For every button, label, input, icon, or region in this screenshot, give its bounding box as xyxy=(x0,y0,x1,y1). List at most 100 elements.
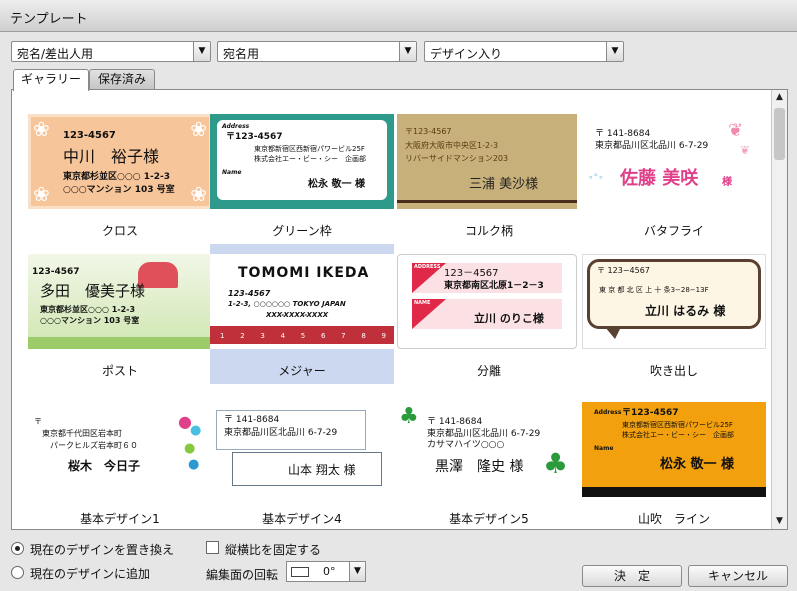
chevron-down-icon[interactable]: ▼ xyxy=(349,562,365,581)
address-text: 1-2-3, ○○○○○○ TOKYO JAPAN xyxy=(228,300,346,308)
template-item-butterfly[interactable]: 〒 141-8684 東京都品川区北品川 6-7-29 佐藤 美咲 様 ❦ ❦ … xyxy=(582,104,766,244)
chevron-down-icon[interactable]: ▼ xyxy=(606,42,623,61)
name-text: 山本 翔太 様 xyxy=(288,463,356,477)
rotation-label: 編集面の回転 xyxy=(206,568,279,582)
balloon-icon: ● xyxy=(184,441,196,456)
template-item-green-frame[interactable]: Address 〒123-4567 東京都新宿区西新宿パワービル25F 株式会社… xyxy=(210,104,394,244)
template-caption: 基本デザイン4 xyxy=(262,512,342,526)
scrollbar-thumb[interactable] xyxy=(774,108,785,160)
address-label: Address xyxy=(222,123,250,130)
name-label: Name xyxy=(594,445,614,452)
card-outline-icon xyxy=(291,567,309,577)
address-text: 東京都杉並区○○○ 1-2-3 xyxy=(63,172,170,182)
tab-saved-label: 保存済み xyxy=(97,72,146,86)
address-label: ADDRESS xyxy=(414,264,441,270)
template-caption: バタフライ xyxy=(643,224,704,238)
template-item-basic-5[interactable]: ♣ ♣ 〒 141-8684 東京都品川区北品川 6-7-29 カサマハイツ○○… xyxy=(397,392,581,529)
clover-icon: ♣ xyxy=(399,404,419,429)
template-gallery: ❀ ❀ ❀ ❀ 123-4567 中川 裕子様 東京都杉並区○○○ 1-2-3 … xyxy=(11,89,788,530)
name-label: Name xyxy=(222,169,242,176)
butterfly-icon: ❦ xyxy=(728,120,744,141)
zip-text: 〒 123−4567 xyxy=(597,266,650,275)
zip-text: 〒 xyxy=(34,417,42,426)
cancel-button[interactable]: キャンセル xyxy=(688,565,788,587)
add-design-label: 現在のデザインに追加 xyxy=(30,567,151,581)
name-text: 中川 裕子様 xyxy=(63,147,160,166)
template-item-measure[interactable]: TOMOMI IKEDA 123-4567 1-2-3, ○○○○○○ TOKY… xyxy=(210,244,394,384)
zip-text: 123-4567 xyxy=(228,289,271,298)
gallery-scrollbar[interactable]: ▲ ▼ xyxy=(771,90,787,529)
category-dropdown[interactable]: 宛名/差出人用 ▼ xyxy=(11,41,211,62)
name-text: 多田 優美子様 xyxy=(40,282,146,300)
rotation-value: 0° xyxy=(323,565,336,578)
zip-text: 123－4567 xyxy=(444,268,499,279)
template-thumbnail: Address 〒123-4567 東京都新宿区西新宿パワービル25F 株式会社… xyxy=(210,114,394,209)
address-text: カサマハイツ○○○ xyxy=(427,440,505,450)
template-item-separation[interactable]: ADDRESS 123－4567 東京都南区北原1－2－3 NAME 立川 のり… xyxy=(397,244,581,384)
template-thumbnail: ADDRESS 123－4567 東京都南区北原1－2－3 NAME 立川 のり… xyxy=(397,254,577,349)
design-dropdown-value: デザイン入り xyxy=(430,47,503,61)
template-caption: 基本デザイン5 xyxy=(449,512,529,526)
chevron-down-icon[interactable]: ▼ xyxy=(399,42,416,61)
address-text: 東京都品川区北品川 6-7-29 xyxy=(427,429,541,439)
tab-gallery-label: ギャラリー xyxy=(20,72,81,86)
ruler-number: 8 xyxy=(361,332,366,340)
triangle-up-icon[interactable]: ▲ xyxy=(772,90,787,105)
butterfly-icon: ❦ xyxy=(740,143,751,157)
flower-icon: ❀ xyxy=(33,182,50,206)
usage-dropdown[interactable]: 宛名用 ▼ xyxy=(217,41,417,62)
add-design-radio[interactable] xyxy=(11,566,24,579)
address-text: 東京都品川区北品川 6-7-29 xyxy=(224,428,338,438)
template-item-cross[interactable]: ❀ ❀ ❀ ❀ 123-4567 中川 裕子様 東京都杉並区○○○ 1-2-3 … xyxy=(28,104,212,244)
flower-icon: ❀ xyxy=(190,182,207,206)
address-text: 東京都南区北原1－2－3 xyxy=(444,281,544,291)
name-text: 佐藤 美咲 xyxy=(620,168,699,189)
balloon-icon: ● xyxy=(188,457,200,472)
rotation-select[interactable]: 0° ▼ xyxy=(286,561,366,582)
lock-aspect-ratio-checkbox[interactable] xyxy=(206,541,219,554)
design-dropdown[interactable]: デザイン入り ▼ xyxy=(424,41,624,62)
template-item-basic-1[interactable]: 〒 東京都千代田区岩本町 パークヒルズ岩本町６０ 桜木 今日子 ● ● ● ● … xyxy=(28,392,212,529)
honorific-text: 様 xyxy=(722,177,732,188)
name-text: 三浦 美沙様 xyxy=(469,177,539,192)
address-text: 株式会社エー・ビー・シー 企画部 xyxy=(622,431,734,439)
address-text: ○○○マンション 103 号室 xyxy=(40,316,140,325)
template-item-cork[interactable]: 〒123-4567 大阪府大阪市中央区1-2-3 リバーサイドマンション203 … xyxy=(397,104,581,244)
replace-design-radio[interactable] xyxy=(11,542,24,555)
address-text: 大阪府大阪市中央区1-2-3 xyxy=(405,141,499,150)
address-label: Address xyxy=(594,409,622,416)
tab-gallery[interactable]: ギャラリー xyxy=(13,69,89,91)
address-text: 東京都杉並区○○○ 1-2-3 xyxy=(40,305,136,314)
address-text: パークヒルズ岩本町６０ xyxy=(50,441,138,450)
window-title: テンプレート xyxy=(10,12,88,27)
template-thumbnail: 〒123-4567 大阪府大阪市中央区1-2-3 リバーサイドマンション203 … xyxy=(397,114,577,209)
address-text: 東 京 都 北 区 上 十 条3−28−13F xyxy=(599,286,709,294)
template-caption: グリーン枠 xyxy=(272,224,332,238)
ruler-number: 3 xyxy=(260,332,265,340)
title-bar: テンプレート xyxy=(0,0,797,32)
name-text: 黒澤 隆史 様 xyxy=(435,459,524,475)
triangle-down-icon[interactable]: ▼ xyxy=(772,514,787,529)
flower-icon: ❀ xyxy=(190,117,207,141)
lock-aspect-ratio-label: 縦横比を固定する xyxy=(225,543,322,557)
template-caption: クロス xyxy=(101,224,138,238)
tab-saved[interactable]: 保存済み xyxy=(89,69,155,90)
address-text: 東京都新宿区西新宿パワービル25F xyxy=(622,421,733,429)
address-text: 東京都新宿区西新宿パワービル25F xyxy=(254,145,365,153)
template-item-post[interactable]: 123-4567 多田 優美子様 東京都杉並区○○○ 1-2-3 ○○○マンショ… xyxy=(28,244,212,384)
ruler-number: 2 xyxy=(240,332,245,340)
ruler-number: 5 xyxy=(300,332,306,340)
template-item-basic-4[interactable]: 〒 141-8684 東京都品川区北品川 6-7-29 山本 翔太 様 基本デザ… xyxy=(210,392,394,529)
flower-icon: ❀ xyxy=(33,117,50,141)
template-thumbnail: TOMOMI IKEDA 123-4567 1-2-3, ○○○○○○ TOKY… xyxy=(210,254,394,349)
clover-icon: ♣ xyxy=(543,447,569,480)
template-caption: 分離 xyxy=(476,364,501,378)
ruler-graphic: 1 2 3 4 5 6 7 8 9 xyxy=(210,326,394,344)
template-item-yamabuki-line[interactable]: Address 〒123-4567 東京都新宿区西新宿パワービル25F 株式会社… xyxy=(582,392,766,529)
ok-button[interactable]: 決 定 xyxy=(582,565,682,587)
chevron-down-icon[interactable]: ▼ xyxy=(193,42,210,61)
zip-text: 123-4567 xyxy=(32,267,80,277)
template-item-speech-bubble[interactable]: 〒 123−4567 東 京 都 北 区 上 十 条3−28−13F 立川 はる… xyxy=(582,244,766,384)
bubbles-icon: ∘°∘ xyxy=(588,173,604,183)
name-text: 立川 のりこ様 xyxy=(474,312,544,325)
